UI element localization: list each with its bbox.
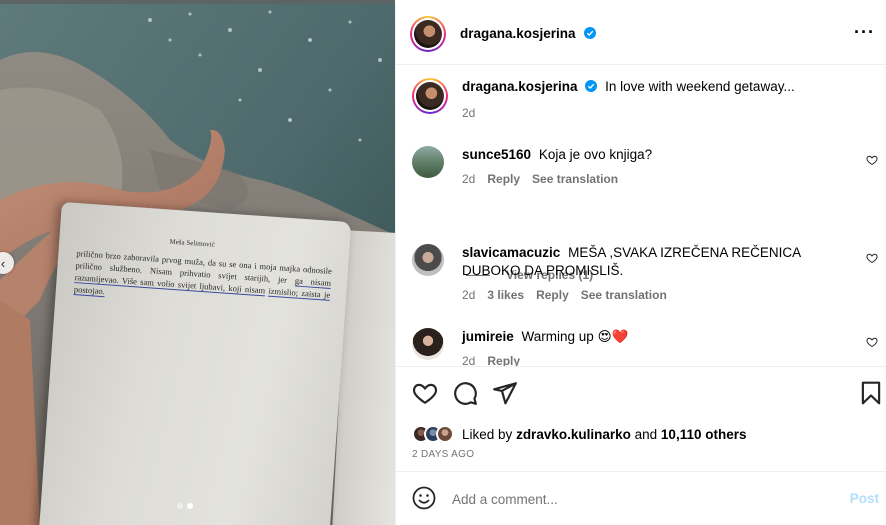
post-side-panel: dragana.kosjerina ··· dragana.kosjerina … — [395, 4, 886, 525]
comments-list[interactable]: dragana.kosjerina In love with weekend g… — [396, 66, 886, 366]
comment-body: jumireie Warming up 😍❤️ — [462, 328, 852, 346]
reply-button[interactable]: Reply — [487, 172, 520, 186]
liked-by-prefix: Liked by — [462, 426, 513, 442]
add-comment-input[interactable] — [452, 488, 812, 510]
comment-row: slavicamacuzic MEŠA ,SVAKA IZREČENA REČE… — [412, 244, 882, 314]
comment-meta: 2d 3 likes Reply See translation — [462, 288, 667, 302]
comment-body: sunce5160 Koja je ovo knjiga? — [462, 146, 852, 164]
post-date[interactable]: 2 DAYS AGO — [412, 449, 474, 460]
comment-bubble-icon[interactable] — [452, 380, 478, 406]
like-comment-heart-icon[interactable] — [866, 154, 878, 166]
caption-row: dragana.kosjerina In love with weekend g… — [412, 78, 882, 128]
caption-text: In love with weekend getaway... — [605, 79, 795, 94]
more-horizontal-icon[interactable]: ··· — [854, 22, 875, 43]
comment-text: Koja je ovo knjiga? — [538, 147, 653, 162]
comment-time[interactable]: 2d — [462, 288, 475, 302]
see-translation-button[interactable]: See translation — [581, 288, 667, 302]
author-line: dragana.kosjerina — [460, 25, 597, 43]
comment-row: jumireie Warming up 😍❤️ 2d Reply — [412, 328, 882, 366]
post-photo[interactable]: Meša Selimović prilično brzo zaboravila … — [0, 0, 395, 525]
reply-button[interactable]: Reply — [487, 354, 520, 366]
like-comment-heart-icon[interactable] — [866, 336, 878, 348]
save-bookmark-icon[interactable] — [858, 380, 884, 406]
top-strip — [0, 0, 395, 4]
comment-meta: 2d Reply See translation — [462, 172, 618, 186]
verified-badge-icon — [585, 80, 598, 92]
carousel-dots — [177, 503, 193, 509]
caption-body: dragana.kosjerina In love with weekend g… — [462, 78, 852, 96]
liked-by-and: and — [634, 426, 658, 442]
liked-by-row: Liked by zdravko.kulinarko and 10,110 ot… — [412, 425, 746, 443]
liker-avatar[interactable] — [436, 425, 454, 443]
comment-username[interactable]: jumireie — [462, 329, 514, 344]
comment-body: slavicamacuzic MEŠA ,SVAKA IZREČENA REČE… — [462, 244, 852, 280]
book-header: Meša Selimović — [169, 237, 215, 249]
comment-likes[interactable]: 3 likes — [487, 288, 524, 302]
likes-others-count[interactable]: 10,110 others — [661, 427, 747, 442]
caption-meta: 2d — [462, 106, 475, 120]
caption-time[interactable]: 2d — [462, 106, 475, 120]
author-avatar[interactable] — [410, 16, 446, 52]
commenter-avatar[interactable] — [412, 146, 444, 178]
post-comment-button[interactable]: Post — [850, 491, 879, 506]
share-send-icon[interactable] — [492, 380, 518, 406]
author-username[interactable]: dragana.kosjerina — [460, 26, 576, 41]
comment-meta: 2d Reply — [462, 354, 520, 366]
carousel-dot — [177, 503, 183, 509]
comment-row: sunce5160 Koja je ovo knjiga? 2d Reply S… — [412, 146, 882, 196]
see-translation-button[interactable]: See translation — [532, 172, 618, 186]
verified-badge-icon — [584, 27, 597, 39]
comment-username[interactable]: slavicamacuzic — [462, 245, 560, 260]
add-comment-bar: Post — [396, 471, 886, 525]
caption-username[interactable]: dragana.kosjerina — [462, 79, 578, 94]
liked-by-text: Liked by zdravko.kulinarko and 10,110 ot… — [462, 427, 746, 442]
like-comment-heart-icon[interactable] — [866, 252, 878, 264]
post-actions: Liked by zdravko.kulinarko and 10,110 ot… — [396, 366, 886, 469]
emoji-icon[interactable] — [412, 486, 436, 510]
carousel-dot-active — [187, 503, 193, 509]
like-heart-icon[interactable] — [412, 380, 438, 406]
book-text: prilično brzo zaboravila prvog muža, da … — [73, 247, 333, 313]
comment-time[interactable]: 2d — [462, 354, 475, 366]
commenter-avatar[interactable] — [412, 328, 444, 360]
liked-by-user[interactable]: zdravko.kulinarko — [516, 427, 631, 442]
chevron-left-icon: ‹ — [0, 255, 6, 271]
comment-username[interactable]: sunce5160 — [462, 147, 531, 162]
comment-time[interactable]: 2d — [462, 172, 475, 186]
author-avatar[interactable] — [412, 78, 448, 114]
book-page: Meša Selimović prilično brzo zaboravila … — [38, 202, 352, 525]
comment-text: Warming up 😍❤️ — [521, 329, 629, 344]
post-header: dragana.kosjerina ··· — [396, 4, 886, 65]
reply-button[interactable]: Reply — [536, 288, 569, 302]
commenter-avatar[interactable] — [412, 244, 444, 276]
